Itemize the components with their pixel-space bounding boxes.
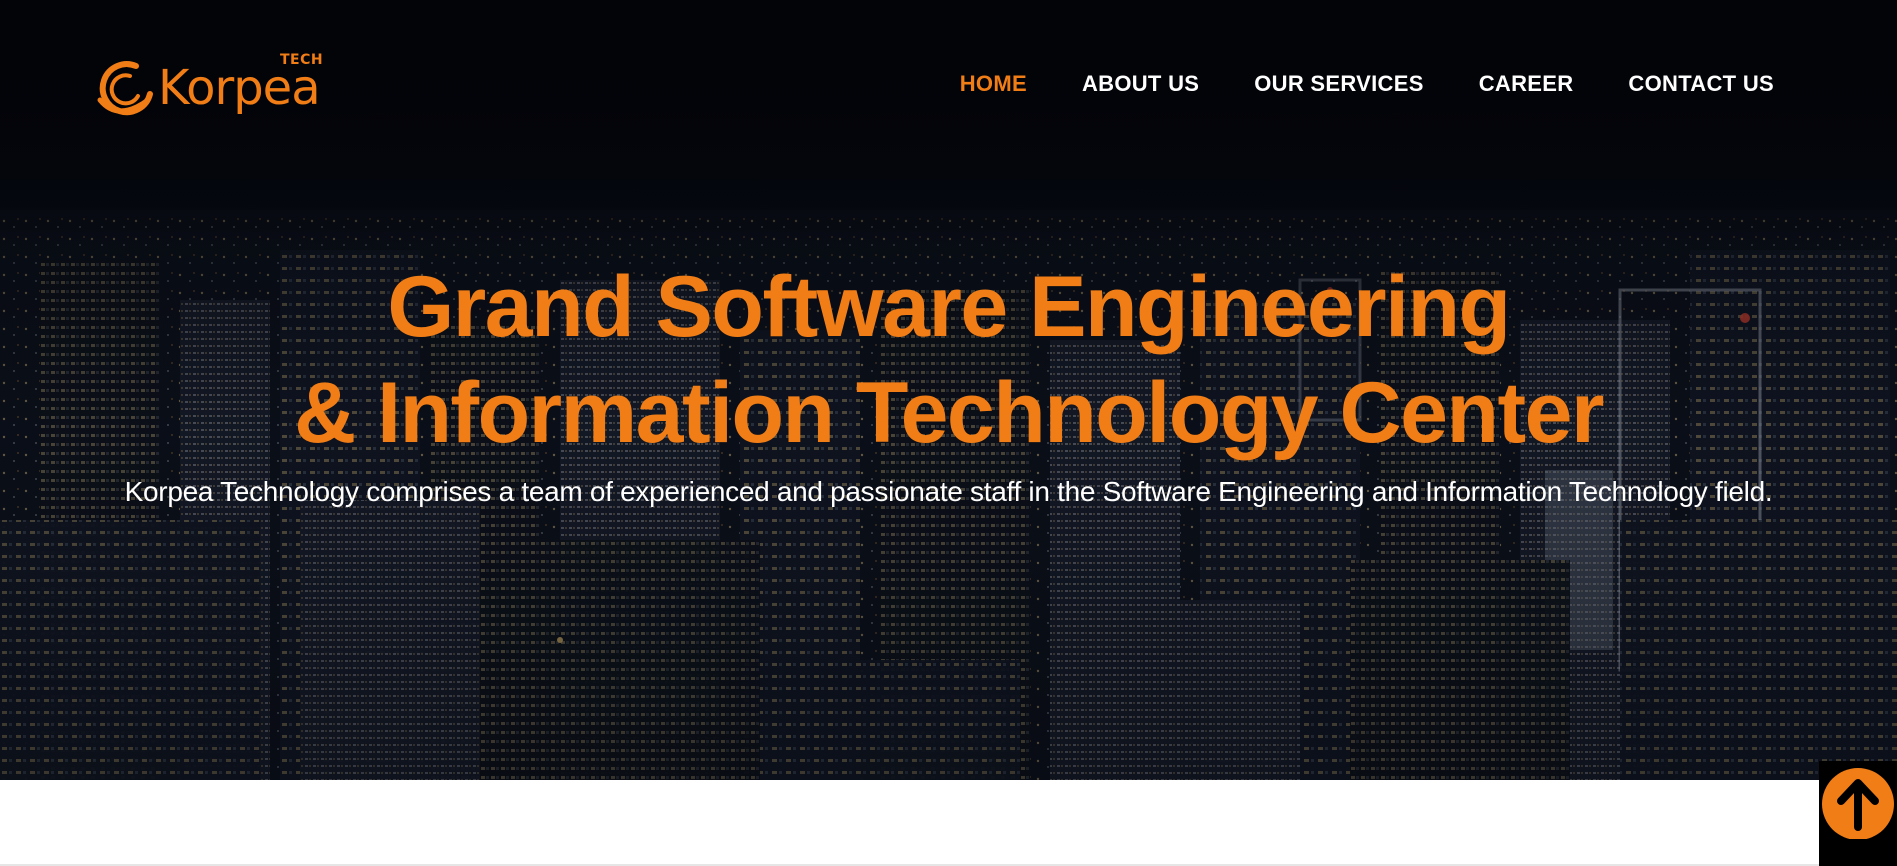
hero-section: Korpea TECH HOME ABOUT US OUR SERVICES C… bbox=[0, 0, 1897, 780]
main-nav: HOME ABOUT US OUR SERVICES CAREER CONTAC… bbox=[905, 70, 1774, 98]
hero-headline: Grand Software Engineering & Information… bbox=[0, 254, 1897, 466]
nav-item-our-services[interactable]: OUR SERVICES bbox=[1254, 70, 1423, 98]
logo-tech-label: TECH bbox=[280, 52, 324, 68]
hero-headline-line-2: & Information Technology Center bbox=[294, 364, 1604, 461]
hero-headline-line-1: Grand Software Engineering bbox=[387, 258, 1511, 355]
logo-wordmark: Korpea bbox=[158, 60, 321, 116]
page: Korpea TECH HOME ABOUT US OUR SERVICES C… bbox=[0, 0, 1897, 866]
nav-item-contact-us[interactable]: CONTACT US bbox=[1628, 70, 1774, 98]
nav-item-home[interactable]: HOME bbox=[960, 70, 1027, 98]
logo-swirl-icon bbox=[97, 61, 153, 116]
hero-subtitle: Korpea Technology comprises a team of ex… bbox=[124, 476, 1773, 507]
brand-logo[interactable]: Korpea TECH bbox=[92, 52, 324, 124]
nav-item-career[interactable]: CAREER bbox=[1479, 70, 1574, 98]
scroll-to-top-button[interactable] bbox=[1819, 761, 1897, 866]
arrow-up-icon bbox=[1822, 768, 1894, 839]
nav-item-about-us[interactable]: ABOUT US bbox=[1082, 70, 1199, 98]
